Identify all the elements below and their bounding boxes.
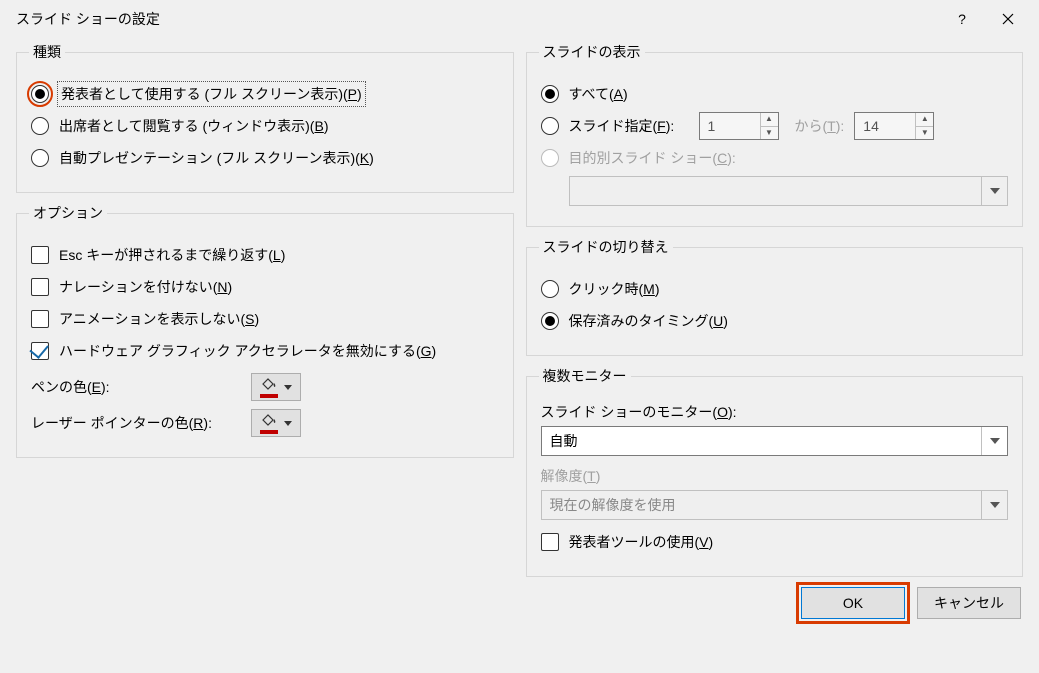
checkbox-icon: [31, 342, 49, 360]
from-spinner[interactable]: ▲▼: [699, 112, 779, 140]
spin-down-icon[interactable]: ▼: [761, 126, 778, 140]
monitor-select[interactable]: 自動: [541, 426, 1009, 456]
group-options-legend: オプション: [29, 203, 107, 223]
chevron-down-icon: [981, 427, 1007, 455]
radio-icon: [31, 85, 49, 103]
check-presenter-view[interactable]: 発表者ツールの使用(V): [541, 528, 1009, 556]
radio-all[interactable]: すべて(A): [541, 80, 1009, 108]
group-show-type: 種類 発表者として使用する (フル スクリーン表示)(P) 出席者として閲覧する…: [16, 42, 514, 193]
radio-kiosk[interactable]: 自動プレゼンテーション (フル スクリーン表示)(K): [31, 144, 499, 172]
to-spinner[interactable]: ▲▼: [854, 112, 934, 140]
help-button[interactable]: ?: [939, 4, 985, 34]
cancel-button[interactable]: キャンセル: [917, 587, 1021, 619]
pen-color-row: ペンの色(E):: [31, 373, 499, 401]
radio-icon: [541, 280, 559, 298]
laser-color-button[interactable]: [251, 409, 301, 437]
pen-color-button[interactable]: [251, 373, 301, 401]
bucket-icon: [260, 376, 278, 398]
close-button[interactable]: [985, 4, 1031, 34]
from-input[interactable]: [700, 113, 760, 139]
radio-presenter-label: 発表者として使用する (フル スクリーン表示)(P): [59, 83, 364, 105]
radio-manual[interactable]: クリック時(M): [541, 275, 1009, 303]
radio-browsed[interactable]: 出席者として閲覧する (ウィンドウ表示)(B): [31, 112, 499, 140]
to-input[interactable]: [855, 113, 915, 139]
radio-icon: [31, 149, 49, 167]
radio-timings[interactable]: 保存済みのタイミング(U): [541, 307, 1009, 335]
group-advance-legend: スライドの切り替え: [539, 237, 673, 257]
spin-up-icon[interactable]: ▲: [916, 113, 933, 126]
ok-button[interactable]: OK: [801, 587, 905, 619]
checkbox-icon: [31, 310, 49, 328]
dialog-titlebar: スライド ショーの設定 ?: [0, 0, 1039, 38]
custom-show-select: [569, 176, 1009, 206]
group-options: オプション Esc キーが押されるまで繰り返す(L) ナレーションを付けない(N…: [16, 203, 514, 458]
bucket-icon: [260, 412, 278, 434]
dialog-title: スライド ショーの設定: [16, 9, 939, 29]
check-animation[interactable]: アニメーションを表示しない(S): [31, 305, 499, 333]
radio-icon: [31, 117, 49, 135]
radio-icon: [541, 117, 559, 135]
check-hw-accel[interactable]: ハードウェア グラフィック アクセラレータを無効にする(G): [31, 337, 499, 365]
spin-up-icon[interactable]: ▲: [761, 113, 778, 126]
spin-down-icon[interactable]: ▼: [916, 126, 933, 140]
group-show-slides: スライドの表示 すべて(A) スライド指定(F): ▲▼ から(T): ▲▼: [526, 42, 1024, 227]
radio-icon: [541, 85, 559, 103]
check-narration[interactable]: ナレーションを付けない(N): [31, 273, 499, 301]
checkbox-icon: [541, 533, 559, 551]
chevron-down-icon: [981, 177, 1007, 205]
chevron-down-icon: [981, 491, 1007, 519]
check-loop[interactable]: Esc キーが押されるまで繰り返す(L): [31, 241, 499, 269]
group-show-slides-legend: スライドの表示: [539, 42, 645, 62]
resolution-select: 現在の解像度を使用: [541, 490, 1009, 520]
checkbox-icon: [31, 246, 49, 264]
close-icon: [1002, 13, 1014, 25]
radio-icon: [541, 149, 559, 167]
group-monitors: 複数モニター スライド ショーのモニター(O): 自動 解像度(T) 現在の解像…: [526, 366, 1024, 577]
radio-browsed-label: 出席者として閲覧する (ウィンドウ表示)(B): [59, 116, 328, 136]
monitor-label: スライド ショーのモニター(O):: [541, 404, 737, 420]
radio-kiosk-label: 自動プレゼンテーション (フル スクリーン表示)(K): [59, 148, 374, 168]
radio-presenter[interactable]: 発表者として使用する (フル スクリーン表示)(P): [31, 80, 499, 108]
group-monitors-legend: 複数モニター: [539, 366, 631, 386]
radio-icon: [541, 312, 559, 330]
laser-color-row: レーザー ポインターの色(R):: [31, 409, 499, 437]
chevron-down-icon: [284, 385, 292, 390]
radio-custom-show: 目的別スライド ショー(C):: [541, 144, 1009, 172]
radio-range[interactable]: スライド指定(F): ▲▼ から(T): ▲▼: [541, 112, 1009, 140]
group-show-type-legend: 種類: [29, 42, 65, 62]
checkbox-icon: [31, 278, 49, 296]
chevron-down-icon: [284, 421, 292, 426]
resolution-label: 解像度(T): [541, 468, 601, 484]
group-advance: スライドの切り替え クリック時(M) 保存済みのタイミング(U): [526, 237, 1024, 356]
